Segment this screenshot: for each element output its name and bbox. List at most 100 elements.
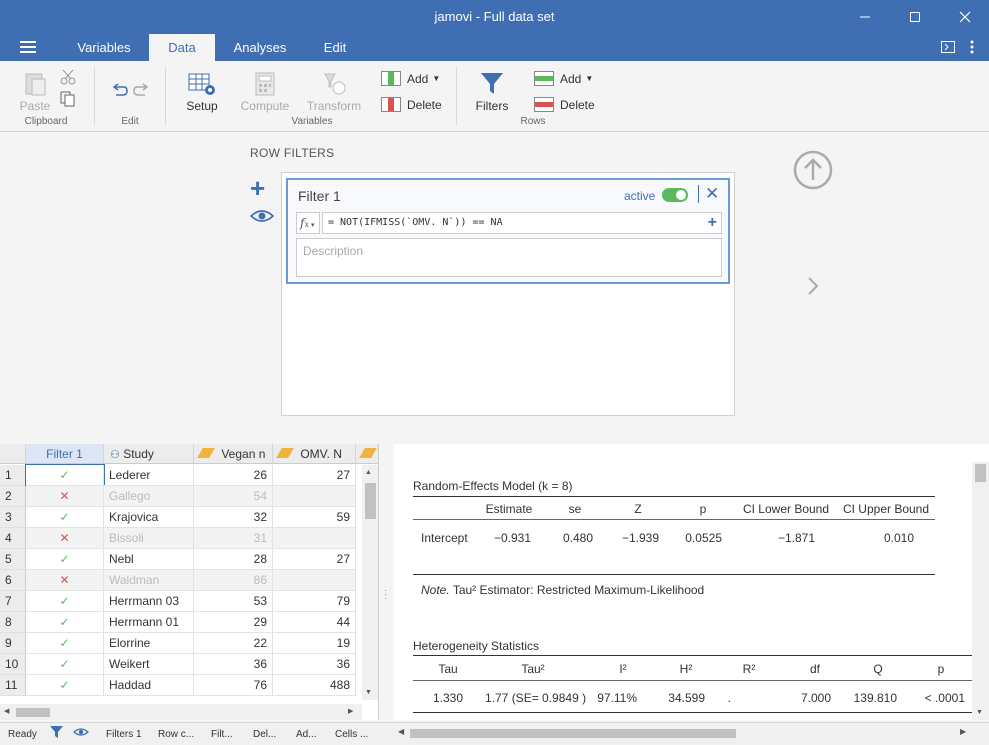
row-number[interactable]: 5 <box>0 549 26 570</box>
paste-button[interactable]: Paste <box>18 71 52 113</box>
add-filter-icon[interactable]: + <box>250 175 265 201</box>
vegan-n-cell[interactable]: 29 <box>194 612 273 633</box>
omv-n-cell[interactable]: 79 <box>273 591 356 612</box>
vegan-n-cell[interactable]: 28 <box>194 549 273 570</box>
study-cell[interactable]: Bissoli <box>104 528 194 549</box>
minimize-button[interactable] <box>840 0 890 34</box>
more-options-icon[interactable] <box>970 40 974 57</box>
row-number[interactable]: 4 <box>0 528 26 549</box>
filter-description-input[interactable]: Description <box>296 238 722 277</box>
study-cell[interactable]: Weikert <box>104 654 194 675</box>
vegan-n-cell[interactable]: 22 <box>194 633 273 654</box>
omv-n-cell[interactable] <box>273 528 356 549</box>
redo-icon[interactable] <box>133 82 151 101</box>
study-cell[interactable]: Herrmann 01 <box>104 612 194 633</box>
study-cell[interactable]: Elorrine <box>104 633 194 654</box>
transform-button[interactable]: Transform <box>305 71 363 113</box>
study-cell[interactable]: Haddad <box>104 675 194 696</box>
delete-variable-button[interactable]: Delete <box>381 97 442 112</box>
filter-cell[interactable]: ✓ <box>26 633 104 654</box>
vegan-n-cell[interactable]: 54 <box>194 486 273 507</box>
vegan-n-cell[interactable]: 86 <box>194 570 273 591</box>
add-condition-icon[interactable]: + <box>708 213 717 233</box>
tab-data[interactable]: Data <box>149 34 215 61</box>
filter-cell[interactable]: ✓ <box>25 464 105 487</box>
omv-n-cell[interactable]: 59 <box>273 507 356 528</box>
close-window-button[interactable] <box>940 0 989 34</box>
scroll-down-icon[interactable]: ▼ <box>976 709 983 716</box>
column-header-vegan-n[interactable]: Vegan n <box>194 444 273 464</box>
column-header-filter[interactable]: Filter 1 <box>26 444 104 464</box>
scroll-down-icon[interactable]: ▼ <box>365 689 372 696</box>
scroll-thumb[interactable] <box>365 483 376 519</box>
omv-n-cell[interactable] <box>273 570 356 591</box>
omv-n-cell[interactable]: 27 <box>273 549 356 570</box>
scroll-left-icon[interactable]: ◀ <box>4 707 9 715</box>
filter-cell[interactable]: ✓ <box>26 612 104 633</box>
row-number[interactable]: 3 <box>0 507 26 528</box>
vegan-n-cell[interactable]: 36 <box>194 654 273 675</box>
filters-button[interactable]: Filters <box>474 71 510 113</box>
row-number[interactable]: 9 <box>0 633 26 654</box>
pane-splitter[interactable]: · · · <box>380 444 392 720</box>
vegan-n-cell[interactable]: 32 <box>194 507 273 528</box>
sheet-vertical-scrollbar[interactable]: ▲ ▼ <box>362 465 378 700</box>
column-header-omv-n[interactable]: OMV. N <box>273 444 356 464</box>
scroll-up-icon[interactable]: ▲ <box>365 469 372 476</box>
study-cell[interactable]: Waldman <box>104 570 194 591</box>
filter-cell[interactable]: ✓ <box>26 507 104 528</box>
column-header-study[interactable]: ⚇ Study <box>104 444 194 464</box>
setup-button[interactable]: Setup <box>182 71 222 113</box>
scroll-right-icon[interactable]: ▶ <box>348 707 353 715</box>
chevron-right-icon[interactable] <box>806 275 820 303</box>
scroll-right-icon[interactable]: ▶ <box>960 727 966 736</box>
row-number[interactable]: 10 <box>0 654 26 675</box>
maximize-button[interactable] <box>890 0 940 34</box>
collapse-up-icon[interactable] <box>793 150 833 193</box>
row-number[interactable]: 1 <box>0 465 26 486</box>
results-mode-icon[interactable] <box>941 40 955 56</box>
results-hscroll-thumb[interactable] <box>410 729 736 738</box>
cut-icon[interactable] <box>60 69 76 88</box>
omv-n-cell[interactable]: 27 <box>273 465 356 486</box>
delete-row-button[interactable]: Delete <box>534 97 595 112</box>
tab-analyses[interactable]: Analyses <box>222 34 298 61</box>
compute-button[interactable]: Compute <box>238 71 292 113</box>
row-number[interactable]: 7 <box>0 591 26 612</box>
function-fx-icon[interactable]: fx ▾ <box>296 212 320 234</box>
remove-filter-icon[interactable]: ✕ <box>705 184 719 204</box>
vegan-n-cell[interactable]: 76 <box>194 675 273 696</box>
row-number[interactable]: 2 <box>0 486 26 507</box>
filter-cell[interactable]: ✓ <box>26 591 104 612</box>
vegan-n-cell[interactable]: 31 <box>194 528 273 549</box>
tab-edit[interactable]: Edit <box>310 34 360 61</box>
omv-n-cell[interactable]: 19 <box>273 633 356 654</box>
vegan-n-cell[interactable]: 26 <box>194 465 273 486</box>
study-cell[interactable]: Herrmann 03 <box>104 591 194 612</box>
eye-icon[interactable] <box>249 208 275 227</box>
study-cell[interactable]: Lederer <box>104 465 194 486</box>
scroll-thumb[interactable] <box>16 708 50 717</box>
omv-n-cell[interactable] <box>273 486 356 507</box>
filter-status-icon[interactable] <box>50 725 63 742</box>
filter-name[interactable]: Filter 1 <box>298 188 341 204</box>
study-cell[interactable]: Krajovica <box>104 507 194 528</box>
row-number[interactable]: 6 <box>0 570 26 591</box>
column-header-next[interactable] <box>356 444 378 464</box>
filter-cell[interactable]: ✕ <box>26 528 104 549</box>
add-row-button[interactable]: Add ▼ <box>534 71 593 86</box>
eye-icon[interactable] <box>73 727 89 740</box>
filter-cell[interactable]: ✕ <box>26 570 104 591</box>
study-cell[interactable]: Nebl <box>104 549 194 570</box>
scroll-left-icon[interactable]: ◀ <box>398 727 404 736</box>
scroll-thumb[interactable] <box>975 464 986 482</box>
row-number[interactable]: 8 <box>0 612 26 633</box>
omv-n-cell[interactable]: 488 <box>273 675 356 696</box>
sheet-horizontal-scrollbar[interactable]: ◀ ▶ <box>0 704 362 720</box>
filter-cell[interactable]: ✓ <box>26 654 104 675</box>
filter-cell[interactable]: ✓ <box>26 675 104 696</box>
tab-variables[interactable]: Variables <box>62 34 146 61</box>
study-cell[interactable]: Gallego <box>104 486 194 507</box>
filter-formula-input[interactable]: = NOT(IFMISS(`OMV. N`)) == NA + <box>322 212 722 234</box>
filter-active-toggle[interactable] <box>662 188 688 202</box>
